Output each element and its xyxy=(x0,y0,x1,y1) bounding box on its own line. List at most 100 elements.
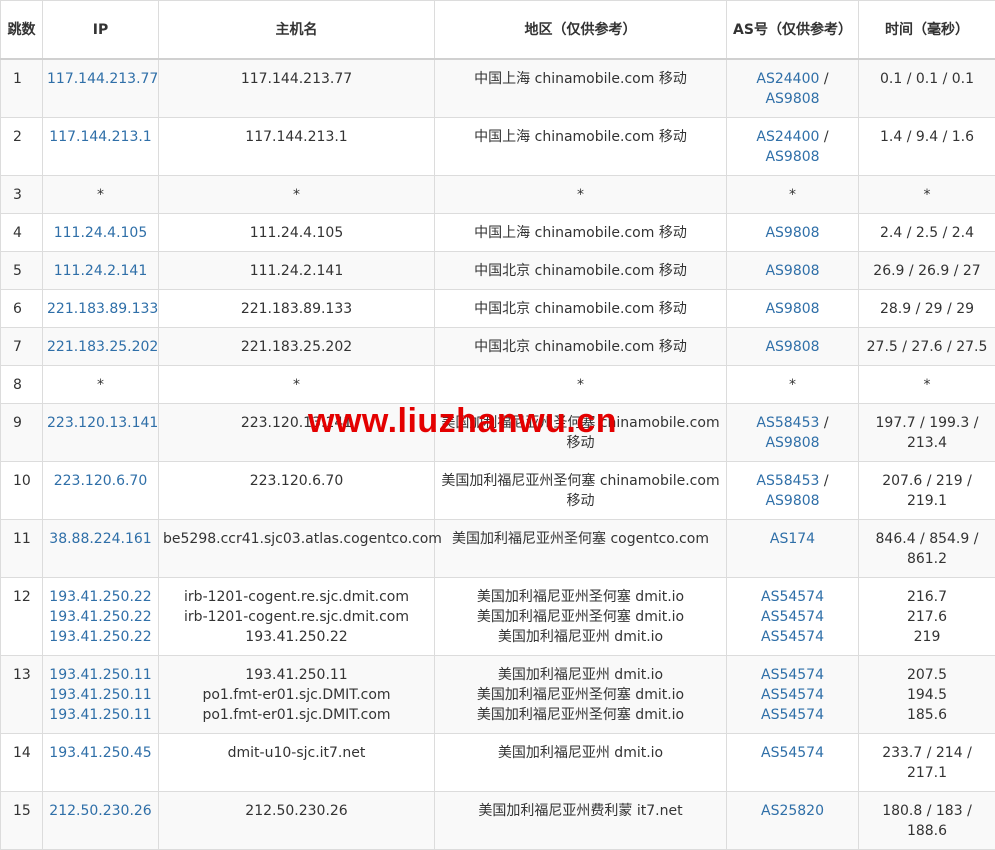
region-text: 美国加利福尼亚州圣何塞 chinamobile.com 移动 xyxy=(439,471,722,511)
ip-link[interactable]: 111.24.2.141 xyxy=(47,261,154,281)
as-link[interactable]: AS174 xyxy=(731,529,854,549)
ip-link[interactable]: 221.183.25.202 xyxy=(47,337,154,357)
ip-text: * xyxy=(47,185,154,205)
table-row: 13193.41.250.11193.41.250.11193.41.250.1… xyxy=(1,655,995,733)
hostname-text: 212.50.230.26 xyxy=(163,801,430,821)
as-link[interactable]: AS58453 xyxy=(756,473,819,489)
table-row: 10223.120.6.70223.120.6.70美国加利福尼亚州圣何塞 ch… xyxy=(1,461,995,519)
ip-cell: 117.144.213.77 xyxy=(43,59,159,118)
hostname-cell: 193.41.250.11po1.fmt-er01.sjc.DMIT.compo… xyxy=(159,655,435,733)
as-separator: / xyxy=(819,473,828,489)
ip-link[interactable]: 38.88.224.161 xyxy=(47,529,154,549)
as-cell: AS24400 /AS9808 xyxy=(727,117,859,175)
ip-link[interactable]: 193.41.250.22 xyxy=(47,587,154,607)
ip-link[interactable]: 212.50.230.26 xyxy=(47,801,154,821)
as-link[interactable]: AS9808 xyxy=(731,261,854,281)
ip-link[interactable]: 193.41.250.11 xyxy=(47,665,154,685)
as-cell: * xyxy=(727,175,859,213)
time-cell: * xyxy=(859,365,995,403)
time-cell: 846.4 / 854.9 / 861.2 xyxy=(859,519,995,577)
hop-cell: 11 xyxy=(1,519,43,577)
as-link[interactable]: AS9808 xyxy=(731,433,854,453)
as-link[interactable]: AS9808 xyxy=(731,491,854,511)
time-cell: 216.7217.6219 xyxy=(859,577,995,655)
ip-link[interactable]: 193.41.250.11 xyxy=(47,705,154,725)
hostname-cell: 223.120.13.141 xyxy=(159,403,435,461)
ip-cell: 193.41.250.45 xyxy=(43,733,159,791)
hostname-cell: 212.50.230.26 xyxy=(159,791,435,849)
hostname-cell: 221.183.89.133 xyxy=(159,289,435,327)
as-link[interactable]: AS54574 xyxy=(731,743,854,763)
as-link[interactable]: AS58453 xyxy=(756,415,819,431)
ip-cell: * xyxy=(43,365,159,403)
ip-cell: 221.183.25.202 xyxy=(43,327,159,365)
time-text: 0.1 / 0.1 / 0.1 xyxy=(880,71,974,87)
as-cell: AS58453 /AS9808 xyxy=(727,403,859,461)
as-link[interactable]: AS9808 xyxy=(731,223,854,243)
as-link[interactable]: AS24400 xyxy=(756,129,819,145)
ip-link[interactable]: 111.24.4.105 xyxy=(47,223,154,243)
hostname-text: po1.fmt-er01.sjc.DMIT.com xyxy=(163,705,430,725)
region-cell: 中国上海 chinamobile.com 移动 xyxy=(435,59,727,118)
ip-link[interactable]: 223.120.13.141 xyxy=(47,413,154,433)
region-text: 中国北京 chinamobile.com 移动 xyxy=(439,337,722,357)
as-link[interactable]: AS54574 xyxy=(731,705,854,725)
hop-cell: 5 xyxy=(1,251,43,289)
hostname-cell: 117.144.213.77 xyxy=(159,59,435,118)
as-link[interactable]: AS25820 xyxy=(731,801,854,821)
time-cell: 0.1 / 0.1 / 0.1 xyxy=(859,59,995,118)
hostname-cell: dmit-u10-sjc.it7.net xyxy=(159,733,435,791)
hostname-text: be5298.ccr41.sjc03.atlas.cogentco.com xyxy=(163,529,430,549)
time-text: 207.6 / 219 / 219.1 xyxy=(882,473,972,509)
region-text: 中国北京 chinamobile.com 移动 xyxy=(439,299,722,319)
time-cell: 233.7 / 214 / 217.1 xyxy=(859,733,995,791)
as-link[interactable]: AS54574 xyxy=(731,665,854,685)
as-link[interactable]: AS54574 xyxy=(731,685,854,705)
as-link[interactable]: AS9808 xyxy=(731,299,854,319)
region-cell: * xyxy=(435,365,727,403)
time-text: 26.9 / 26.9 / 27 xyxy=(873,263,980,279)
hostname-text: 193.41.250.22 xyxy=(163,627,430,647)
ip-link[interactable]: 193.41.250.22 xyxy=(47,607,154,627)
as-link[interactable]: AS54574 xyxy=(731,627,854,647)
hop-cell: 10 xyxy=(1,461,43,519)
region-text: 中国上海 chinamobile.com 移动 xyxy=(439,223,722,243)
ip-link[interactable]: 193.41.250.22 xyxy=(47,627,154,647)
ip-link[interactable]: 223.120.6.70 xyxy=(47,471,154,491)
region-text: 美国加利福尼亚州圣何塞 cogentco.com xyxy=(439,529,722,549)
region-text: 美国加利福尼亚州圣何塞 dmit.io xyxy=(439,685,722,705)
header-hostname: 主机名 xyxy=(159,1,435,59)
time-cell: 26.9 / 26.9 / 27 xyxy=(859,251,995,289)
hop-cell: 6 xyxy=(1,289,43,327)
time-cell: 207.5194.5185.6 xyxy=(859,655,995,733)
as-link[interactable]: AS9808 xyxy=(731,89,854,109)
time-text: 180.8 / 183 / 188.6 xyxy=(882,803,972,839)
table-row: 15212.50.230.26212.50.230.26美国加利福尼亚州费利蒙 … xyxy=(1,791,995,849)
region-text: 美国加利福尼亚州圣何塞 dmit.io xyxy=(439,705,722,725)
hostname-text: dmit-u10-sjc.it7.net xyxy=(163,743,430,763)
ip-link[interactable]: 117.144.213.1 xyxy=(47,127,154,147)
region-cell: 美国加利福尼亚州费利蒙 it7.net xyxy=(435,791,727,849)
as-link[interactable]: AS54574 xyxy=(731,607,854,627)
region-cell: 美国加利福尼亚州 dmit.io xyxy=(435,733,727,791)
traceroute-table: 跳数 IP 主机名 地区（仅供参考） AS号（仅供参考） 时间（毫秒） 1117… xyxy=(0,0,995,850)
header-ip: IP xyxy=(43,1,159,59)
as-link[interactable]: AS54574 xyxy=(731,587,854,607)
region-cell: 中国北京 chinamobile.com 移动 xyxy=(435,327,727,365)
ip-link[interactable]: 117.144.213.77 xyxy=(47,69,154,89)
as-line: AS58453 / xyxy=(731,471,854,491)
hostname-text: 223.120.13.141 xyxy=(163,413,430,433)
as-link[interactable]: AS9808 xyxy=(731,147,854,167)
ip-link[interactable]: 193.41.250.11 xyxy=(47,685,154,705)
ip-link[interactable]: 193.41.250.45 xyxy=(47,743,154,763)
region-cell: 中国上海 chinamobile.com 移动 xyxy=(435,117,727,175)
ip-text: * xyxy=(47,375,154,395)
table-row: 8***** xyxy=(1,365,995,403)
ip-link[interactable]: 221.183.89.133 xyxy=(47,299,154,319)
hostname-text: 117.144.213.1 xyxy=(163,127,430,147)
region-text: 美国加利福尼亚州 dmit.io xyxy=(439,627,722,647)
region-cell: 中国北京 chinamobile.com 移动 xyxy=(435,251,727,289)
as-link[interactable]: AS24400 xyxy=(756,71,819,87)
as-link[interactable]: AS9808 xyxy=(731,337,854,357)
region-text: 中国北京 chinamobile.com 移动 xyxy=(439,261,722,281)
